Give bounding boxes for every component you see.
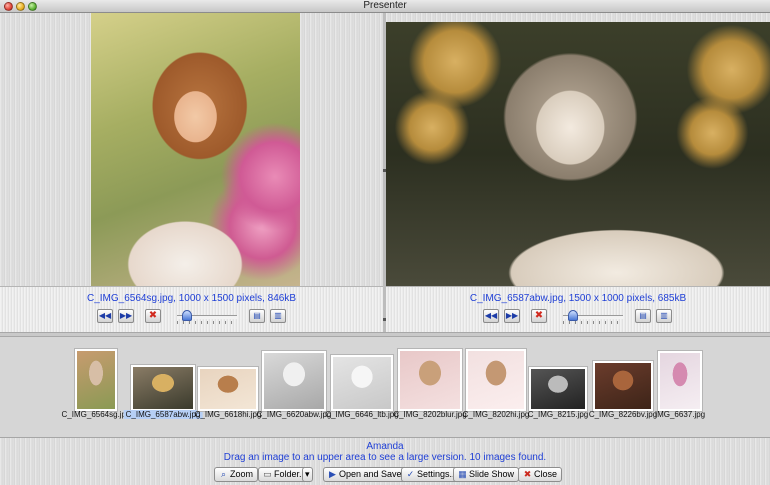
left-next-button[interactable]: ▶▶	[118, 309, 134, 323]
fast-forward-icon: ▶▶	[119, 311, 133, 320]
folder-icon: ▭	[263, 469, 272, 479]
rewind-icon: ◀◀	[98, 311, 112, 320]
zoom-button-label: Zoom	[230, 469, 254, 479]
zoom-button[interactable]: ⌕ Zoom	[214, 467, 259, 482]
right-photo	[386, 22, 770, 286]
left-remove-button[interactable]: ✖	[145, 309, 161, 323]
slider-ticks	[563, 321, 623, 324]
left-save-as-button[interactable]: ▥	[270, 309, 286, 323]
chevron-down-icon: ▾	[305, 469, 310, 479]
save-icon: ▤	[639, 311, 647, 320]
thumbnail-item[interactable]: IMG_6637.jpg	[0, 344, 770, 424]
right-zoom-slider[interactable]	[563, 310, 623, 324]
folder-menu-button[interactable]: ▾	[302, 467, 313, 482]
settings-button-label: Settings...	[417, 469, 458, 479]
save-as-icon: ▥	[274, 311, 282, 320]
open-and-save-label: Open and Save	[339, 469, 402, 479]
right-image-info: C_IMG_6587abw.jpg, 1500 x 1000 pixels, 6…	[469, 293, 687, 304]
right-info-strip: C_IMG_6587abw.jpg, 1500 x 1000 pixels, 6…	[386, 286, 770, 332]
left-viewer: C_IMG_6564sg.jpg, 1000 x 1500 pixels, 84…	[0, 13, 383, 332]
left-photo	[91, 13, 300, 286]
settings-icon: ✓	[406, 469, 415, 479]
left-info-strip: C_IMG_6564sg.jpg, 1000 x 1500 pixels, 84…	[0, 286, 383, 332]
magnifier-icon: ⌕	[220, 469, 227, 479]
close-button-label: Close	[534, 469, 558, 479]
save-as-icon: ▥	[660, 311, 668, 320]
right-previous-button[interactable]: ◀◀	[483, 309, 499, 323]
left-zoom-slider-thumb[interactable]	[182, 310, 192, 321]
thumbnail-image[interactable]	[657, 350, 703, 412]
left-photo-area[interactable]	[0, 13, 383, 286]
right-save-button[interactable]: ▤	[635, 309, 651, 323]
slide-show-label: Slide Show	[469, 469, 515, 479]
status-area: Amanda Drag an image to an upper area to…	[0, 438, 770, 485]
window-title: Presenter	[363, 0, 407, 11]
right-photo-area[interactable]	[386, 22, 770, 295]
left-image-info: C_IMG_6564sg.jpg, 1000 x 1500 pixels, 84…	[86, 293, 297, 304]
thumbnail-strip: C_IMG_6564sg.jpg C_IMG_6587abw.jpg C_IMG_6…	[0, 337, 770, 438]
open-save-icon: ▶	[329, 469, 336, 479]
right-remove-button[interactable]: ✖	[531, 309, 547, 323]
thumbnail-caption: IMG_6637.jpg	[654, 410, 706, 419]
collection-name: Amanda	[366, 441, 404, 452]
right-viewer: C_IMG_6587abw.jpg, 1500 x 1000 pixels, 6…	[386, 13, 770, 332]
fast-forward-icon: ▶▶	[505, 311, 519, 320]
close-button[interactable]: ✖ Close	[518, 467, 563, 482]
remove-icon: ✖	[148, 310, 158, 321]
save-icon: ▤	[253, 311, 261, 320]
open-and-save-button[interactable]: ▶ Open and Save	[323, 467, 407, 482]
close-icon: ✖	[523, 469, 532, 479]
left-previous-button[interactable]: ◀◀	[97, 309, 113, 323]
thumbnail-photo	[660, 353, 700, 409]
left-save-button[interactable]: ▤	[249, 309, 265, 323]
slideshow-icon: ▦	[458, 469, 467, 479]
right-next-button[interactable]: ▶▶	[504, 309, 520, 323]
rewind-icon: ◀◀	[484, 311, 498, 320]
slide-show-button[interactable]: ▦ Slide Show	[453, 467, 520, 482]
remove-icon: ✖	[534, 310, 544, 321]
status-message: Drag an image to an upper area to see a …	[223, 452, 547, 463]
right-save-as-button[interactable]: ▥	[656, 309, 672, 323]
title-bar: Presenter	[0, 0, 770, 13]
slider-ticks	[177, 321, 237, 324]
left-zoom-slider[interactable]	[177, 310, 237, 324]
right-zoom-slider-thumb[interactable]	[568, 310, 578, 321]
